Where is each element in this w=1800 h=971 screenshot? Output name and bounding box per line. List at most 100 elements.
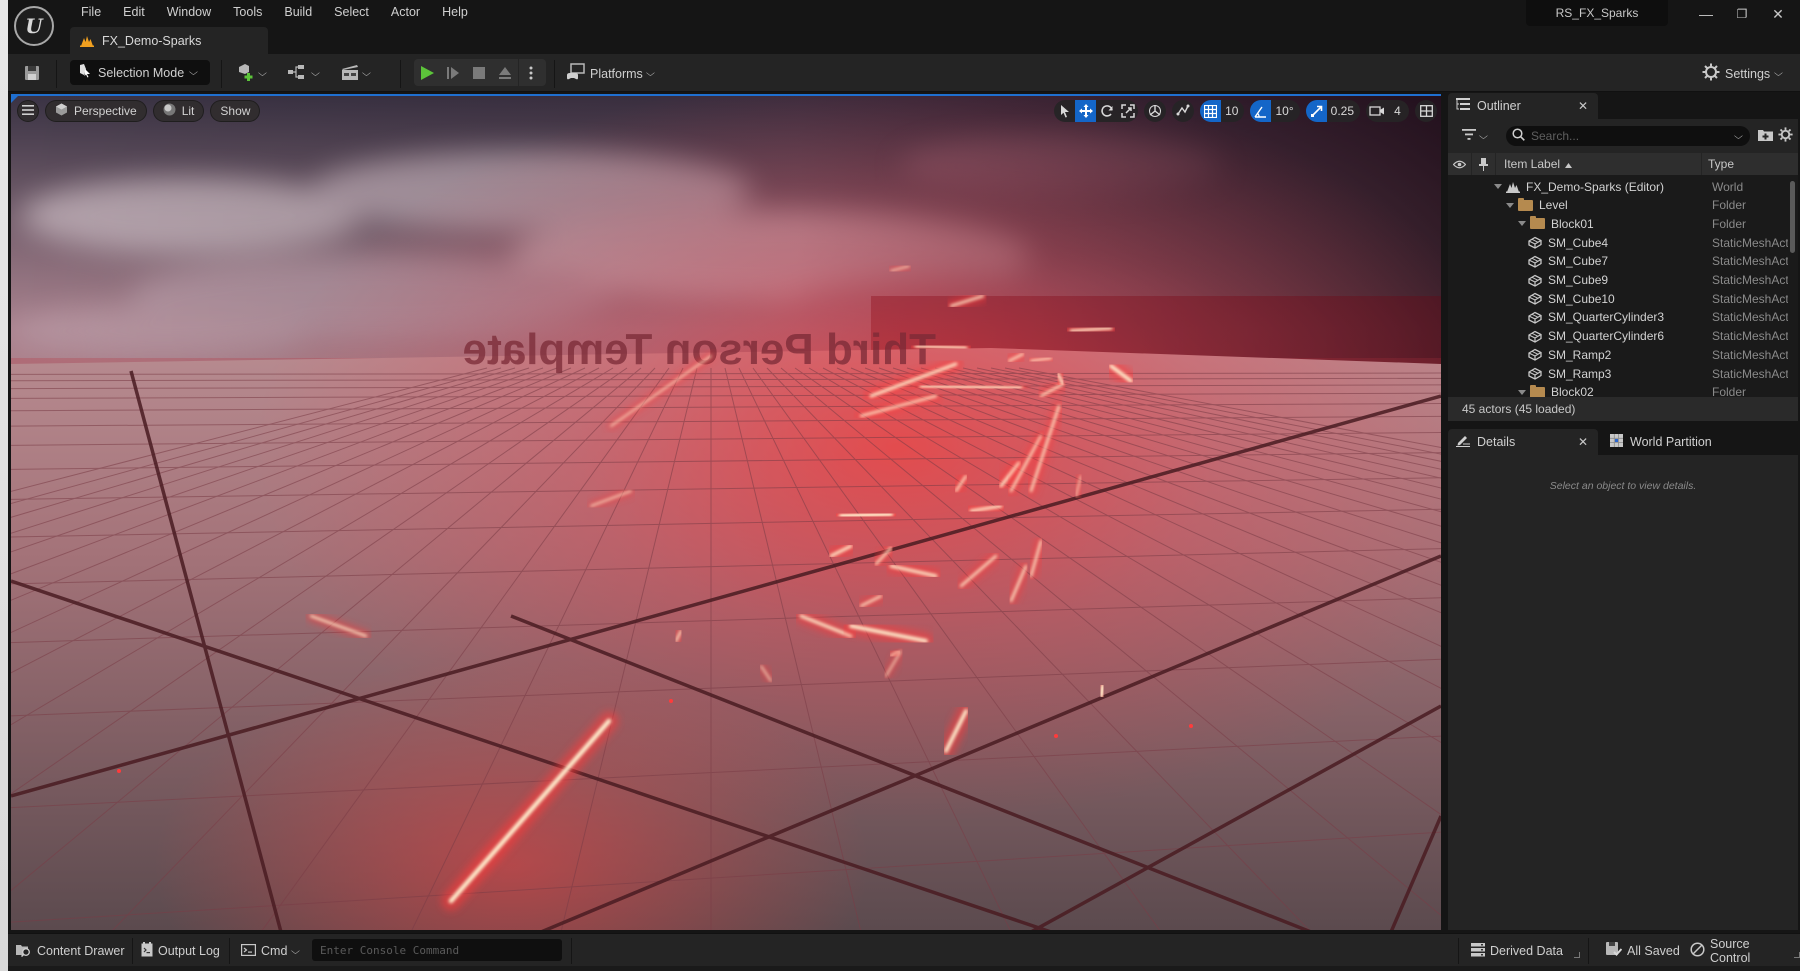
item-label-column-header[interactable]: Item Label [1496, 153, 1702, 175]
expand-arrow-icon[interactable] [1506, 202, 1514, 208]
spark [1091, 676, 1113, 706]
rotation-snap-icon[interactable] [1250, 100, 1272, 122]
menu-select[interactable]: Select [323, 3, 380, 21]
outliner-row[interactable]: SM_QuarterCylinder3 StaticMeshActor [1448, 308, 1788, 327]
search-input[interactable] [1531, 129, 1721, 143]
menu-build[interactable]: Build [273, 3, 323, 21]
outliner-search[interactable]: ⌵ [1506, 126, 1750, 146]
grid-snap-control: 10 [1200, 100, 1245, 122]
resize-grip-icon [1794, 952, 1800, 958]
visibility-column-eye-icon[interactable] [1448, 153, 1472, 175]
play-icon[interactable] [414, 59, 440, 86]
project-name-badge: RS_FX_Sparks [1526, 0, 1668, 26]
close-icon[interactable]: ✕ [1578, 99, 1588, 113]
settings-dropdown[interactable]: Settings ⌵ [1702, 63, 1783, 84]
unreal-logo-icon[interactable]: U [14, 6, 54, 46]
menu-file[interactable]: File [70, 3, 112, 21]
type-column-header[interactable]: Type [1702, 153, 1784, 175]
content-drawer-icon [16, 943, 32, 960]
cmd-dropdown[interactable]: Cmd ⌵ [241, 942, 300, 960]
restore-button[interactable]: ❐ [1726, 3, 1758, 25]
camera-speed-control[interactable]: 4 [1366, 100, 1409, 122]
all-saved-icon [1606, 942, 1623, 960]
outliner-row[interactable]: SM_Cube7 StaticMeshActor [1448, 252, 1788, 271]
menu-help[interactable]: Help [431, 3, 479, 21]
grid-snap-value[interactable]: 10 [1221, 100, 1244, 122]
tab-outliner[interactable]: Outliner ✕ [1448, 93, 1598, 119]
lit-button[interactable]: Lit [152, 100, 205, 122]
outliner-scrollbar[interactable] [1790, 181, 1795, 253]
tab-world-partition[interactable]: World Partition [1602, 429, 1752, 455]
outliner-settings-gear-icon[interactable] [1778, 127, 1793, 145]
close-icon[interactable]: ✕ [1578, 435, 1588, 449]
perspective-button[interactable]: Perspective [45, 100, 147, 122]
outliner-row[interactable]: Block02 Folder [1448, 383, 1788, 397]
stop-icon[interactable] [466, 59, 492, 86]
outliner-row[interactable]: Level Folder [1448, 196, 1788, 215]
menu-actor[interactable]: Actor [380, 3, 431, 21]
all-saved-button[interactable]: All Saved [1606, 942, 1680, 960]
menu-edit[interactable]: Edit [112, 3, 156, 21]
console-command-field[interactable] [312, 939, 562, 961]
outliner-row-type: Folder [1712, 385, 1747, 397]
more-options-icon[interactable] [518, 59, 542, 86]
expand-arrow-icon[interactable] [1494, 184, 1502, 189]
rotate-tool-icon[interactable] [1096, 100, 1117, 122]
coordinate-system-button[interactable] [1144, 100, 1167, 122]
move-tool-icon[interactable] [1075, 100, 1097, 122]
advance-frame-icon[interactable] [440, 59, 466, 86]
blueprints-button[interactable]: ⌵ [287, 63, 320, 83]
grid-snap-icon[interactable] [1200, 100, 1222, 122]
spark [1064, 321, 1118, 338]
outliner-row[interactable]: SM_Cube4 StaticMeshActor [1448, 233, 1788, 252]
level-viewport[interactable]: Third Person Template Perspective Lit Sh… [11, 94, 1441, 930]
eject-icon[interactable] [492, 59, 518, 86]
menu-bar: File Edit Window Tools Build Select Acto… [70, 3, 479, 21]
outliner-row[interactable]: SM_Ramp3 StaticMeshActor [1448, 364, 1788, 383]
outliner-row[interactable]: SM_Cube10 StaticMeshActor [1448, 289, 1788, 308]
static-mesh-icon [1528, 311, 1542, 324]
platforms-dropdown[interactable]: Platforms ⌵ [566, 63, 655, 84]
expand-arrow-icon[interactable] [1518, 221, 1526, 227]
scale-snap-icon[interactable] [1305, 100, 1327, 122]
output-log-button[interactable]: Output Log [141, 942, 220, 960]
close-window-button[interactable]: ✕ [1762, 3, 1794, 25]
cinematics-button[interactable]: ⌵ [340, 63, 371, 83]
viewport-layout-button[interactable] [1415, 100, 1437, 122]
expand-arrow-icon[interactable] [1518, 389, 1526, 395]
outliner-row-content: SM_Cube10 [1528, 292, 1615, 306]
level-document-tab[interactable]: FX_Demo-Sparks [70, 27, 268, 54]
save-icon[interactable] [22, 63, 42, 83]
pin-column-icon[interactable] [1472, 153, 1496, 175]
console-input[interactable] [312, 939, 562, 961]
show-button[interactable]: Show [210, 100, 261, 122]
content-drawer-button[interactable]: Content Drawer [16, 942, 125, 960]
add-actor-button[interactable]: ⌵ [236, 63, 267, 83]
tab-details[interactable]: Details ✕ [1448, 429, 1598, 455]
add-folder-icon[interactable] [1758, 128, 1773, 144]
spark [1026, 353, 1056, 366]
outliner-row[interactable]: SM_Cube9 StaticMeshActor [1448, 271, 1788, 290]
source-control-button[interactable]: Source Control [1690, 937, 1800, 965]
menu-tools[interactable]: Tools [222, 3, 273, 21]
surface-snap-icon [1172, 100, 1194, 122]
derived-data-button[interactable]: Derived Data [1471, 942, 1580, 960]
camera-speed-value: 4 [1394, 104, 1401, 118]
filter-icon [1462, 129, 1476, 143]
outliner-row[interactable]: SM_QuarterCylinder6 StaticMeshActor [1448, 327, 1788, 346]
scale-tool-icon[interactable] [1117, 100, 1138, 122]
outliner-row[interactable]: SM_Ramp2 StaticMeshActor [1448, 345, 1788, 364]
outliner-row[interactable]: Block01 Folder [1448, 214, 1788, 233]
select-tool-icon[interactable] [1054, 100, 1075, 122]
filter-button[interactable]: ⌵ [1462, 129, 1488, 143]
menu-window[interactable]: Window [156, 3, 222, 21]
viewport-menu-button[interactable] [17, 100, 39, 122]
outliner-row[interactable]: FX_Demo-Sparks (Editor) World [1448, 177, 1788, 196]
selection-mode-dropdown[interactable]: Selection Mode ⌵ [70, 60, 210, 85]
static-mesh-icon [1528, 292, 1542, 305]
search-options-chevron-icon[interactable]: ⌵ [1734, 131, 1743, 142]
rotation-snap-value[interactable]: 10° [1271, 100, 1299, 122]
minimize-button[interactable]: — [1690, 3, 1722, 25]
surface-snapping-button[interactable] [1172, 100, 1195, 122]
scale-snap-value[interactable]: 0.25 [1327, 100, 1360, 122]
